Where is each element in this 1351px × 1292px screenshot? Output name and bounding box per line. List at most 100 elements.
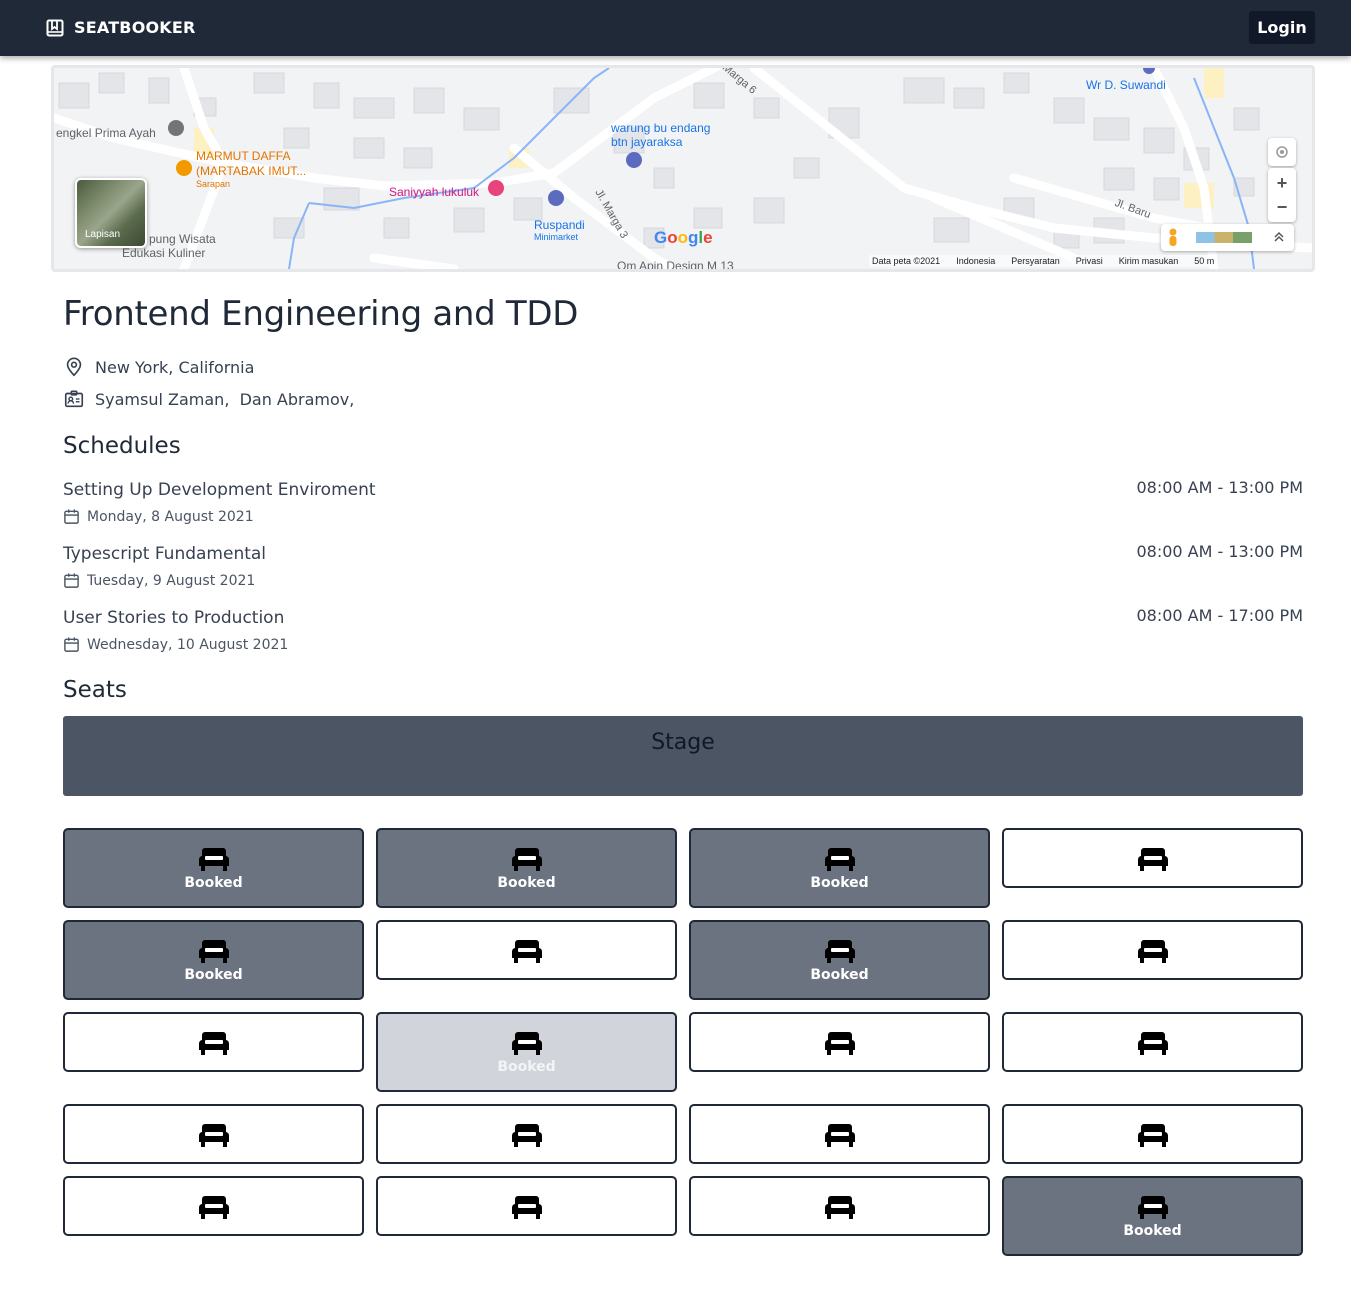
- map-type-thumbnails[interactable]: [1196, 232, 1252, 243]
- map-label-omapin: Om Apin Design M 13: [617, 259, 734, 272]
- seat-status-label: Booked: [497, 875, 556, 891]
- location-text: New York, California: [95, 357, 255, 377]
- schedule-time: 08:00 AM - 13:00 PM: [1136, 542, 1303, 561]
- brand-name: SEATBOOKER: [74, 18, 196, 37]
- seat-available[interactable]: [63, 1104, 364, 1164]
- seat-booked[interactable]: Booked: [689, 920, 990, 1000]
- schedule-date-text: Monday, 8 August 2021: [87, 508, 254, 525]
- seat-booked[interactable]: Booked: [63, 828, 364, 908]
- attr-data: Data peta ©2021: [872, 256, 941, 266]
- id-card-icon: [64, 390, 84, 408]
- calendar-icon: [64, 573, 79, 588]
- seat-booked[interactable]: Booked: [1002, 1176, 1303, 1256]
- map-label-marmut: MARMUT DAFFA: [196, 149, 291, 163]
- sofa-icon: [824, 1124, 855, 1147]
- login-button[interactable]: Login: [1249, 11, 1315, 44]
- seat-status-label: Booked: [184, 967, 243, 983]
- sofa-icon: [198, 940, 229, 963]
- crosshair-icon: [1276, 146, 1288, 158]
- sofa-icon: [1137, 940, 1168, 963]
- attr-scale: 50 m: [1194, 256, 1215, 266]
- seat-status-label: Booked: [810, 875, 869, 891]
- seat-available[interactable]: [1002, 828, 1303, 888]
- sofa-icon: [511, 1196, 542, 1219]
- schedules-heading: Schedules: [63, 433, 181, 459]
- sofa-icon: [198, 1124, 229, 1147]
- map-label-kampung-2: Edukasi Kuliner: [122, 246, 206, 260]
- event-speakers: Syamsul Zaman, Dan Abramov,: [63, 388, 354, 410]
- event-title: Frontend Engineering and TDD: [63, 294, 579, 334]
- schedule-date: Wednesday, 10 August 2021: [63, 636, 1303, 653]
- schedule-date-text: Tuesday, 9 August 2021: [87, 572, 256, 589]
- seat-status-label: Booked: [497, 1059, 556, 1075]
- map-label-kampung: pung Wisata: [149, 232, 216, 246]
- schedule-item: Setting Up Development Enviroment Monday…: [63, 478, 1303, 525]
- sofa-icon: [511, 940, 542, 963]
- sofa-icon: [511, 848, 542, 871]
- schedule-item: Typescript Fundamental Tuesday, 9 August…: [63, 542, 1303, 589]
- map-layer-toggle[interactable]: Lapisan: [75, 178, 147, 248]
- zoom-controls: + −: [1268, 168, 1296, 222]
- schedule-date-text: Wednesday, 10 August 2021: [87, 636, 289, 653]
- schedule-title: Typescript Fundamental: [63, 544, 267, 564]
- event-location: New York, California: [63, 356, 254, 378]
- navbar: SEATBOOKER Login: [0, 0, 1351, 56]
- map-label-minimarket: Minimarket: [534, 232, 579, 242]
- seat-available[interactable]: [63, 1176, 364, 1236]
- stage-label: Stage: [651, 730, 715, 755]
- sofa-icon: [824, 1196, 855, 1219]
- schedule-time: 08:00 AM - 13:00 PM: [1136, 478, 1303, 497]
- schedule-title: Setting Up Development Enviroment: [63, 480, 376, 500]
- attr-region[interactable]: Indonesia: [956, 256, 995, 266]
- seat-booked[interactable]: Booked: [376, 828, 677, 908]
- stage: Stage: [63, 716, 1303, 796]
- seats-heading: Seats: [63, 677, 127, 703]
- seat-available[interactable]: [689, 1104, 990, 1164]
- pegman-icon[interactable]: [1167, 228, 1179, 248]
- sofa-icon: [511, 1124, 542, 1147]
- sofa-icon: [824, 940, 855, 963]
- seat-available[interactable]: [376, 1176, 677, 1236]
- seat-status-label: Booked: [810, 967, 869, 983]
- brand[interactable]: SEATBOOKER: [46, 18, 196, 37]
- seat-pending[interactable]: Booked: [376, 1012, 677, 1092]
- schedule-date: Tuesday, 9 August 2021: [63, 572, 1303, 589]
- attr-terms[interactable]: Persyaratan: [1011, 256, 1060, 266]
- sofa-icon: [1137, 1032, 1168, 1055]
- map-label-warung: warung bu endang: [611, 121, 711, 135]
- location-map[interactable]: engkel Prima Ayah MARMUT DAFFA (MARTABAK…: [51, 65, 1315, 272]
- book-icon: [46, 19, 64, 36]
- map-label-saniyyah: Saniyyah lukuluk: [389, 185, 480, 199]
- map-label-sarapan: Sarapan: [196, 179, 231, 189]
- seat-status-label: Booked: [184, 875, 243, 891]
- seat-available[interactable]: [376, 1104, 677, 1164]
- map-label-ruspandi: Ruspandi: [534, 218, 585, 232]
- schedule-date: Monday, 8 August 2021: [63, 508, 1303, 525]
- calendar-icon: [64, 509, 79, 524]
- seat-available[interactable]: [1002, 1104, 1303, 1164]
- seat-available[interactable]: [63, 1012, 364, 1072]
- my-location-button[interactable]: [1268, 138, 1296, 166]
- map-type-bar[interactable]: [1161, 224, 1294, 251]
- map-label-bengkel: engkel Prima Ayah: [56, 126, 156, 140]
- seat-available[interactable]: [689, 1176, 990, 1236]
- sofa-icon: [1137, 1196, 1168, 1219]
- seat-available[interactable]: [1002, 920, 1303, 980]
- google-logo: Google: [654, 228, 713, 247]
- attr-privacy[interactable]: Privasi: [1076, 256, 1103, 266]
- seat-status-label: Booked: [1123, 1223, 1182, 1239]
- zoom-out-button[interactable]: −: [1277, 195, 1288, 219]
- zoom-in-button[interactable]: +: [1277, 171, 1288, 195]
- map-label-warung-2: btn jayaraksa: [611, 135, 683, 149]
- sofa-icon: [824, 1032, 855, 1055]
- seat-available[interactable]: [689, 1012, 990, 1072]
- map-layer-label: Lapisan: [85, 229, 121, 240]
- schedule-item: User Stories to Production Wednesday, 10…: [63, 606, 1303, 653]
- seat-booked[interactable]: Booked: [689, 828, 990, 908]
- seat-booked[interactable]: Booked: [63, 920, 364, 1000]
- attr-feedback[interactable]: Kirim masukan: [1119, 256, 1179, 266]
- seat-available[interactable]: [1002, 1012, 1303, 1072]
- chevron-up-icon[interactable]: [1273, 231, 1285, 243]
- schedule-title: User Stories to Production: [63, 608, 285, 628]
- seat-available[interactable]: [376, 920, 677, 980]
